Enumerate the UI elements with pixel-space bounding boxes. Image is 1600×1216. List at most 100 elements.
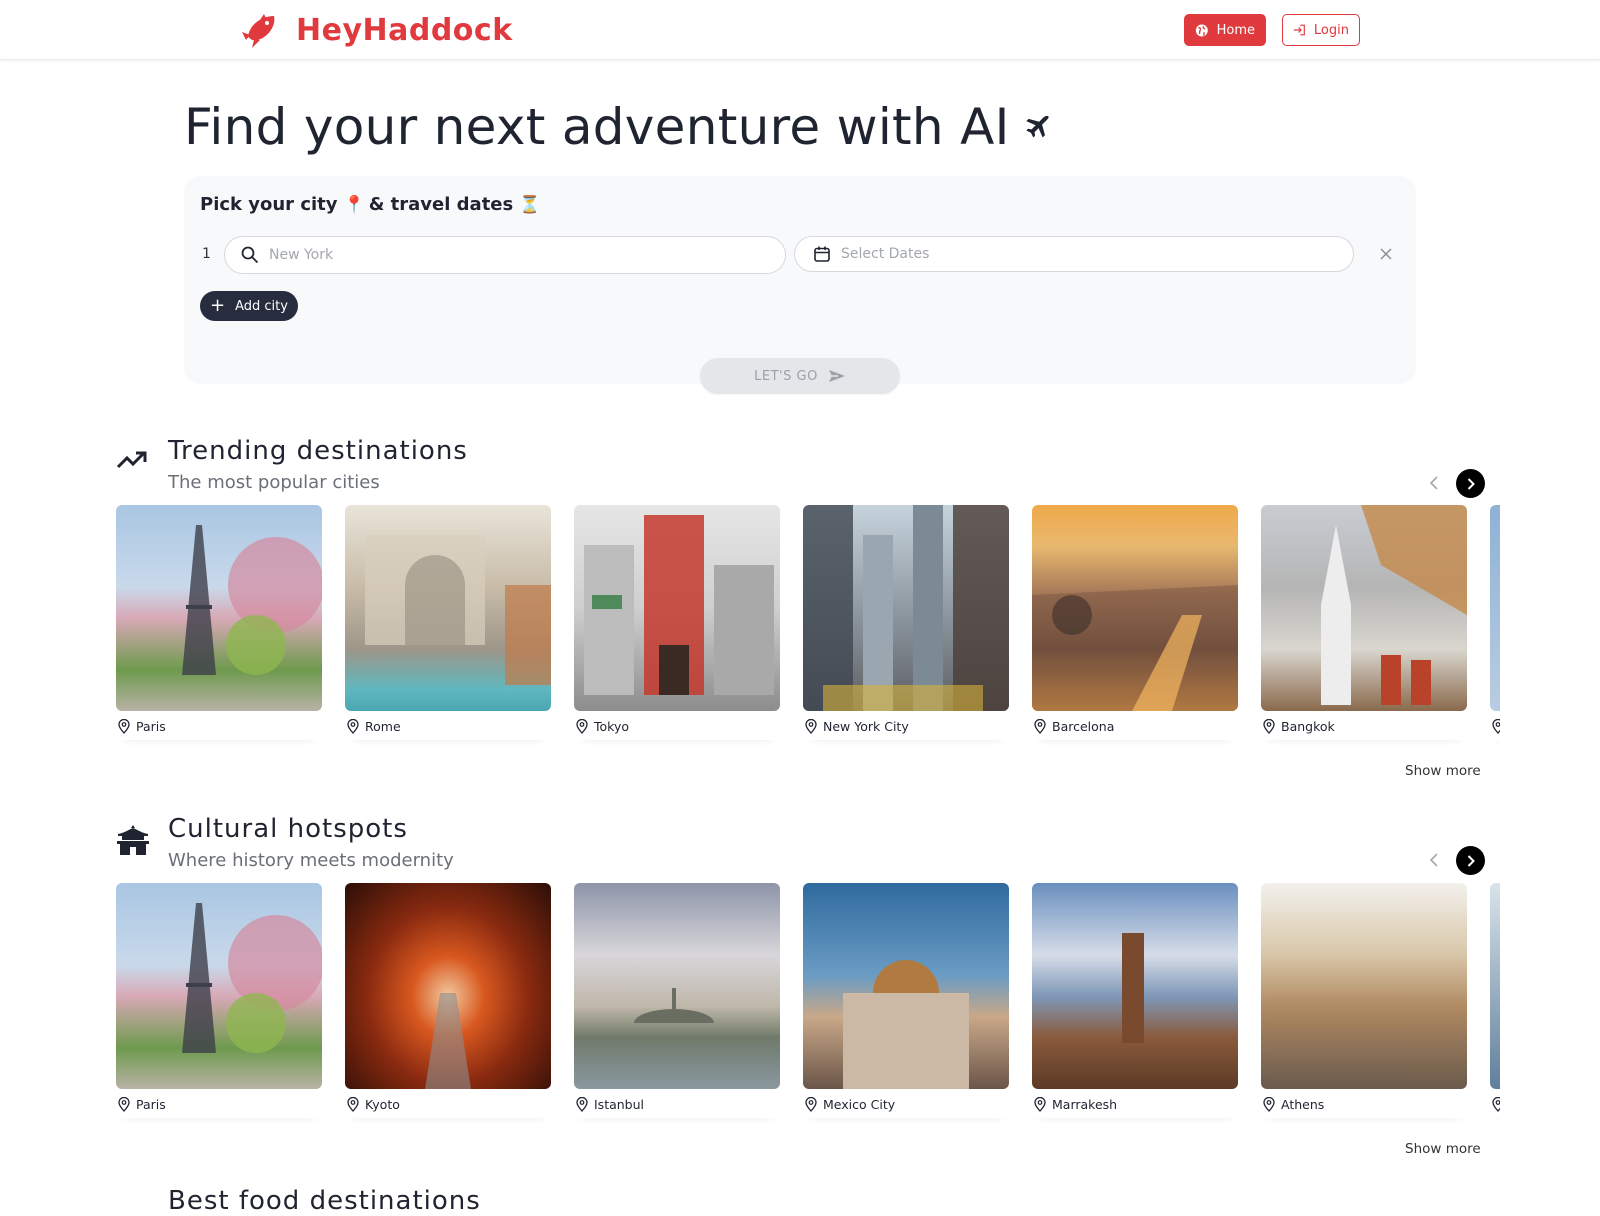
search-heading-city: Pick your city: [200, 194, 338, 215]
hero-title-text: Find your next adventure with AI: [184, 98, 1010, 156]
city-card[interactable]: Paris: [116, 883, 322, 1118]
dates-input[interactable]: [841, 246, 1321, 262]
plus-icon: +: [210, 295, 226, 316]
city-card[interactable]: Bangkok: [1261, 505, 1467, 740]
city-name: Tokyo: [594, 719, 629, 734]
city-label: Marrakesh: [1032, 1097, 1238, 1118]
city-label: [1490, 719, 1500, 740]
city-label: Paris: [116, 719, 322, 740]
airplane-icon: [1026, 115, 1049, 138]
brand-name: HeyHaddock: [296, 12, 513, 48]
map-pin-icon: [576, 719, 588, 734]
city-image: [1490, 505, 1500, 711]
city-image: [116, 505, 322, 711]
city-name: Athens: [1281, 1097, 1325, 1112]
city-label: Athens: [1261, 1097, 1467, 1118]
remove-city-button[interactable]: [1376, 244, 1396, 264]
globe-icon: [1195, 24, 1208, 36]
city-image: [1032, 883, 1238, 1089]
city-label: Barcelona: [1032, 719, 1238, 740]
map-pin-icon: [347, 1097, 359, 1112]
fish-logo-icon: [242, 14, 275, 48]
search-heading-dates: & travel dates: [368, 194, 514, 215]
city-search-input[interactable]: [269, 247, 749, 263]
city-card[interactable]: Rome: [345, 505, 551, 740]
city-name: Istanbul: [594, 1097, 645, 1112]
login-icon: [1293, 24, 1305, 36]
carousel-next-button[interactable]: [1456, 846, 1485, 875]
section-subtitle: Where history meets modernity: [168, 850, 454, 871]
map-pin-icon: [805, 1097, 817, 1112]
search-card: Pick your city 📍 & travel dates ⏳ 1 + Ad…: [184, 176, 1416, 394]
map-pin-icon: [576, 1097, 588, 1112]
section-title: Trending destinations: [168, 436, 468, 466]
map-pin-icon: [1263, 1097, 1275, 1112]
city-card[interactable]: Athens: [1261, 883, 1467, 1118]
map-pin-icon: [1034, 719, 1046, 734]
city-card[interactable]: Kyoto: [345, 883, 551, 1118]
city-label: Tokyo: [574, 719, 780, 740]
login-button[interactable]: Login: [1282, 14, 1360, 46]
city-name: Paris: [136, 719, 166, 734]
map-pin-icon: [1263, 719, 1275, 734]
city-name: Kyoto: [365, 1097, 400, 1112]
brand-logo-link[interactable]: HeyHaddock: [240, 10, 513, 50]
city-card[interactable]: Tokyo: [574, 505, 780, 740]
carousel-next-button[interactable]: [1456, 469, 1485, 498]
city-card-partial[interactable]: [1490, 505, 1500, 740]
chevron-right-icon: [1467, 477, 1475, 490]
carousel-prev-button[interactable]: [1422, 469, 1446, 497]
city-label: New York City: [803, 719, 1009, 740]
map-pin-icon: [118, 1097, 130, 1112]
trending-carousel: Paris Rome Tokyo New York City Barcelona…: [116, 505, 1500, 745]
add-city-button[interactable]: + Add city: [200, 291, 298, 321]
map-pin-icon: [1034, 1097, 1046, 1112]
section-subtitle: The most popular cities: [168, 472, 380, 493]
carousel-prev-button[interactable]: [1422, 846, 1446, 874]
city-search-field[interactable]: [224, 236, 786, 274]
section-title: Best food destinations: [168, 1186, 481, 1216]
home-button[interactable]: Home: [1184, 14, 1266, 46]
top-navbar: HeyHaddock Home Login: [0, 0, 1600, 60]
city-card[interactable]: New York City: [803, 505, 1009, 740]
city-card[interactable]: Paris: [116, 505, 322, 740]
show-more-link[interactable]: Show more: [1405, 763, 1481, 779]
lets-go-label: LET'S GO: [754, 368, 818, 384]
pin-emoji-icon: 📍: [343, 194, 365, 215]
city-name: Bangkok: [1281, 719, 1335, 734]
city-card[interactable]: Barcelona: [1032, 505, 1238, 740]
chevron-left-icon: [1430, 853, 1438, 867]
city-label: Mexico City: [803, 1097, 1009, 1118]
city-label: Paris: [116, 1097, 322, 1118]
city-image: [1032, 505, 1238, 711]
city-card[interactable]: Istanbul: [574, 883, 780, 1118]
dates-field[interactable]: [794, 236, 1354, 272]
show-more-link[interactable]: Show more: [1405, 1141, 1481, 1157]
section-title: Cultural hotspots: [168, 814, 408, 844]
home-button-label: Home: [1216, 22, 1255, 38]
city-image: [1261, 883, 1467, 1089]
city-image: [1490, 883, 1500, 1089]
lets-go-button[interactable]: LET'S GO: [700, 358, 900, 394]
city-image: [803, 883, 1009, 1089]
city-card-partial[interactable]: [1490, 883, 1500, 1118]
send-icon: [828, 370, 845, 382]
city-card[interactable]: Marrakesh: [1032, 883, 1238, 1118]
add-city-label: Add city: [235, 298, 288, 314]
chevron-left-icon: [1430, 476, 1438, 490]
search-icon: [241, 246, 259, 264]
city-label: Kyoto: [345, 1097, 551, 1118]
city-image: [574, 883, 780, 1089]
city-image: [345, 883, 551, 1089]
city-card[interactable]: Mexico City: [803, 883, 1009, 1118]
hero-title: Find your next adventure with AI: [184, 98, 1052, 156]
map-pin-icon: [1492, 719, 1500, 734]
city-label: [1490, 1097, 1500, 1118]
city-image: [803, 505, 1009, 711]
map-pin-icon: [118, 719, 130, 734]
city-image: [345, 505, 551, 711]
city-image: [574, 505, 780, 711]
search-heading: Pick your city 📍 & travel dates ⏳: [200, 194, 544, 215]
pagoda-icon: [117, 825, 149, 855]
city-name: Mexico City: [823, 1097, 896, 1112]
